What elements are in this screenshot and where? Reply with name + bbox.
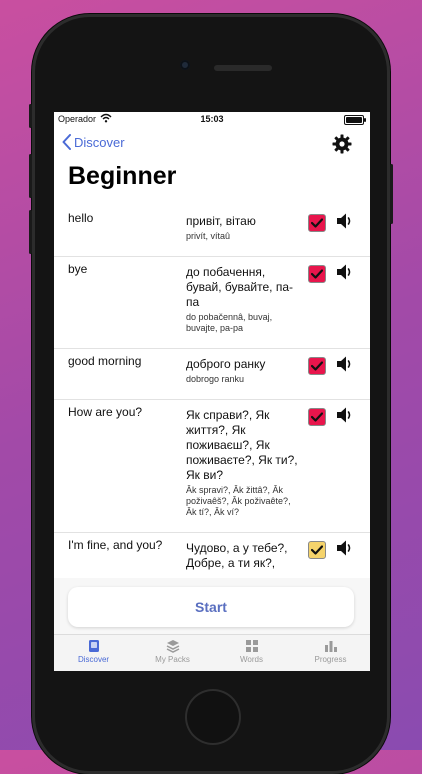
phrase-translation: привіт, вітаю (186, 214, 256, 228)
home-button[interactable] (185, 689, 241, 745)
front-camera (180, 60, 190, 70)
navigation-bar: Discover (54, 132, 370, 156)
page-title: Beginner (68, 162, 177, 190)
phrase-word: hello (68, 211, 94, 225)
phrase-transliteration: dobrogo ranku (186, 374, 245, 384)
speaker-icon[interactable] (336, 212, 352, 235)
tab-my-packs[interactable]: My Packs (133, 635, 212, 671)
speaker-icon[interactable] (336, 406, 352, 429)
speaker-icon[interactable] (336, 263, 352, 286)
list-item: How are you? Як справи?, Як життя?, Як п… (54, 400, 370, 533)
phrase-word: bye (68, 262, 88, 276)
phrase-word: I'm fine, and you? (68, 538, 163, 552)
app-screen: Operador 15:03 Discover Beginner hello п… (54, 112, 370, 671)
phone-side-button (29, 104, 32, 128)
phone-power-button (390, 164, 393, 224)
list-item: bye до побачення, бувай, бувайте, па-па … (54, 257, 370, 349)
speaker-icon[interactable] (336, 539, 352, 562)
phrase-transliteration: privít, vítaû (186, 231, 231, 241)
tab-bar: Discover My Packs Words Progress (54, 634, 370, 671)
earpiece-speaker (214, 65, 272, 71)
tab-progress[interactable]: Progress (291, 635, 370, 671)
phrase-translation: доброго ранку (186, 357, 266, 371)
packs-icon (166, 640, 179, 653)
gear-icon[interactable] (332, 134, 352, 159)
battery-icon (344, 115, 366, 125)
checkmark-icon (311, 361, 323, 371)
status-bar: Operador 15:03 (54, 112, 370, 128)
phrase-word: good morning (68, 354, 142, 368)
phrase-translation: до побачення, бувай, бувайте, па-па (186, 265, 293, 309)
list-item: hello привіт, вітаю privít, vítaû (54, 206, 370, 257)
checkmark-icon (311, 218, 323, 228)
phone-volume-down (29, 210, 32, 254)
tab-label: My Packs (155, 655, 190, 664)
start-button[interactable]: Start (68, 587, 354, 627)
speaker-icon[interactable] (336, 355, 352, 378)
progress-icon (324, 641, 337, 652)
phrase-transliteration: do pobačennâ, buvaj, buvajte, pa-pa (186, 312, 273, 333)
learned-checkbox[interactable] (308, 265, 326, 283)
tab-discover[interactable]: Discover (54, 635, 133, 671)
phrase-word: How are you? (68, 405, 143, 419)
tab-label: Discover (77, 655, 110, 664)
checkmark-icon (311, 269, 323, 279)
discover-icon (88, 640, 99, 652)
chevron-left-icon (62, 134, 71, 150)
learned-checkbox[interactable] (308, 541, 326, 559)
learned-checkbox[interactable] (308, 408, 326, 426)
phrase-translation: Чудово, а у тебе?, Добре, а ти як?, (186, 541, 288, 570)
phone-volume-up (29, 154, 32, 198)
tab-label: Words (240, 655, 263, 664)
back-button[interactable]: Discover (62, 134, 125, 150)
phrase-translation: Як справи?, Як життя?, Як поживаєш?, Як … (186, 408, 298, 482)
learned-checkbox[interactable] (308, 357, 326, 375)
phrase-list: hello привіт, вітаю privít, vítaû bye до… (54, 206, 370, 585)
phrase-transliteration: Âk spravi?, Âk žittâ?, Âk poživaêš?, Âk … (186, 485, 291, 517)
checkmark-icon (311, 545, 323, 555)
words-icon (245, 640, 258, 652)
learned-checkbox[interactable] (308, 214, 326, 232)
list-item: good morning доброго ранку dobrogo ranku (54, 349, 370, 400)
tab-words[interactable]: Words (212, 635, 291, 671)
status-time: 15:03 (200, 114, 224, 124)
back-label: Discover (74, 134, 125, 150)
tab-label: Progress (314, 655, 347, 664)
checkmark-icon (311, 412, 323, 422)
